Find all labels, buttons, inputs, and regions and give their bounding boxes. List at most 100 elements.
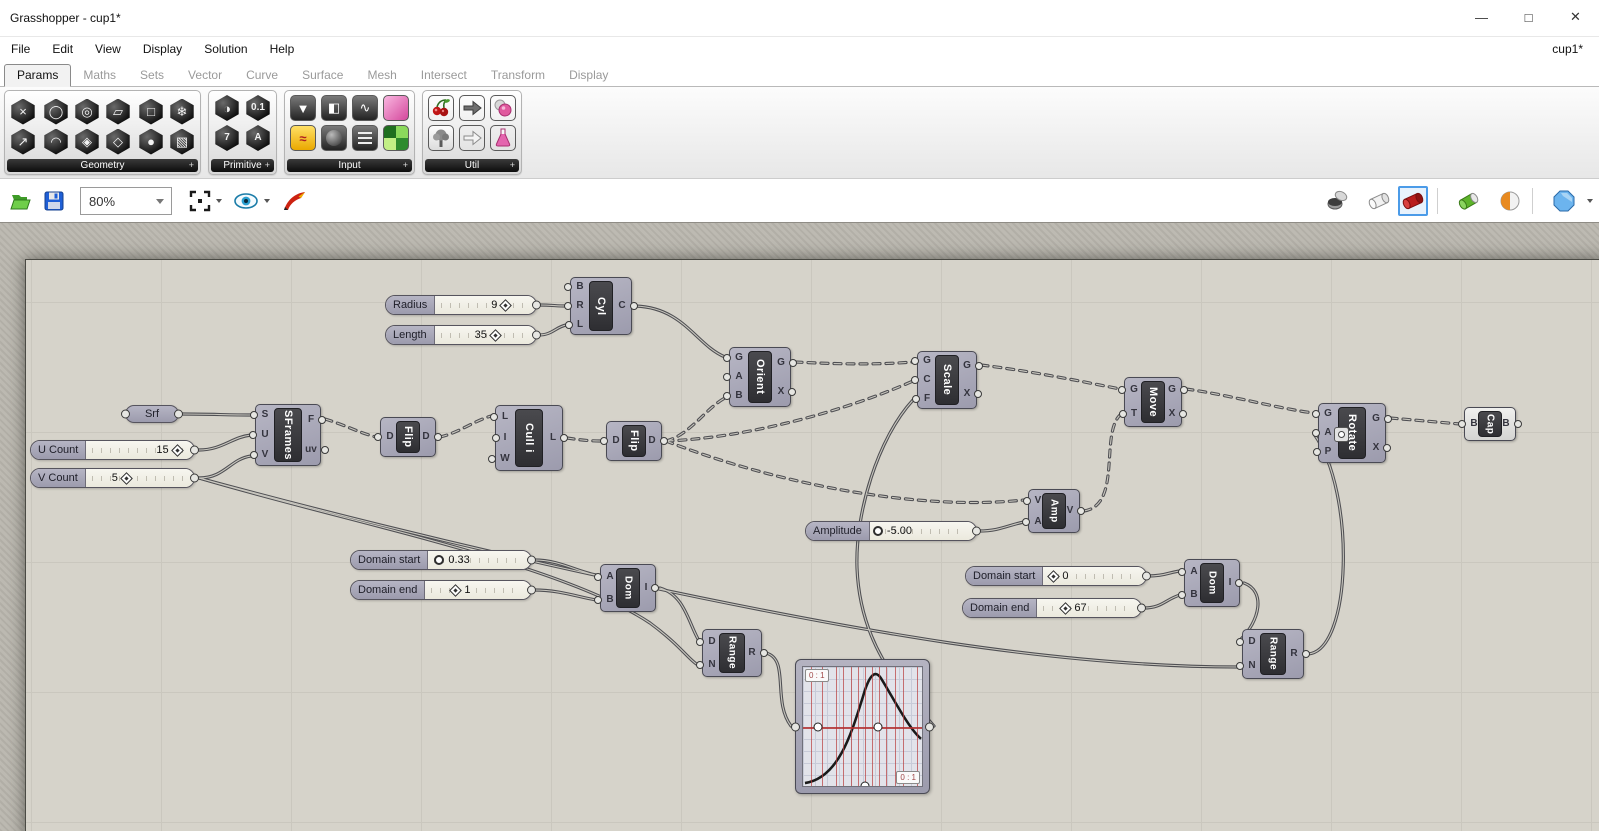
chevron-down-icon[interactable] [264,199,270,203]
component-dom-1[interactable]: Dom AB I [600,564,656,612]
slider-track[interactable]: 67 [1037,599,1141,617]
slider-knob[interactable] [489,329,502,342]
output-port[interactable]: X [964,389,971,399]
menu-view[interactable]: View [84,42,132,56]
output-port[interactable]: B [1502,419,1509,429]
close-button[interactable]: ✕ [1552,0,1599,34]
panel-label-primitive[interactable]: Primitive + [211,159,274,172]
input-port[interactable]: B [735,391,742,401]
slider-track[interactable]: 0.33 [428,551,531,569]
component-range-1[interactable]: Range DN R [702,629,762,677]
output-grip[interactable] [527,556,536,565]
panel-expand-icon[interactable]: + [189,160,194,170]
slider-track[interactable]: 35 [435,326,536,344]
preview-shaded-selected[interactable] [1398,186,1428,216]
output-grip[interactable] [190,474,199,483]
tab-intersect[interactable]: Intersect [409,65,479,86]
panel-label-input[interactable]: Input + [287,159,412,172]
slider-track[interactable]: 9 [435,296,536,314]
tab-vector[interactable]: Vector [176,65,234,86]
output-grip[interactable] [972,527,981,536]
nurbs-curve-icon[interactable]: ◈ [74,129,100,155]
slider-u-count[interactable]: U Count 15 [30,440,195,460]
slider-domain-start-1[interactable]: Domain start 0.33 [350,550,532,570]
tab-display[interactable]: Display [557,65,620,86]
spiral-icon[interactable]: ◎ [74,99,100,125]
tab-surface[interactable]: Surface [290,65,355,86]
input-grip[interactable] [791,722,800,731]
geometry-null-icon[interactable]: × [10,99,36,125]
output-port[interactable]: G [1372,414,1380,424]
preview-eye-icon[interactable] [232,190,260,212]
preview-half-icon[interactable] [1497,188,1523,214]
jigsaw-icon[interactable] [490,95,516,121]
circle-icon[interactable]: ◯ [43,99,69,125]
slider-knob[interactable] [500,299,513,312]
input-port[interactable]: S [262,410,269,420]
slider-knob[interactable] [449,584,462,597]
input-port[interactable]: D [1248,637,1255,647]
tab-params[interactable]: Params [4,64,71,87]
component-flip-1[interactable]: Flip D D [380,417,436,457]
input-port[interactable]: W [500,454,509,464]
slider-track[interactable]: 0 [1043,567,1146,585]
input-port[interactable]: A [735,372,742,382]
input-port[interactable]: A [1324,428,1331,438]
menu-help[interactable]: Help [259,42,306,56]
open-file-icon[interactable] [9,189,33,213]
output-port[interactable]: G [963,361,971,371]
component-range-2[interactable]: Range DN R [1242,629,1304,679]
output-port[interactable]: C [618,301,625,311]
output-port[interactable]: R [1290,649,1297,659]
output-port[interactable]: G [777,358,785,368]
sphere-icon[interactable]: ● [138,129,164,155]
component-flip-2[interactable]: Flip D D [606,421,662,461]
input-port[interactable]: I [504,433,507,443]
slider-track[interactable]: 15 [86,441,194,459]
menu-solution[interactable]: Solution [193,42,258,56]
colour-swatch-icon[interactable] [383,125,409,151]
input-port[interactable]: F [924,394,930,404]
menu-display[interactable]: Display [132,42,193,56]
input-port[interactable]: U [261,430,268,440]
input-port[interactable]: B [1470,419,1477,429]
chevron-down-icon[interactable] [216,199,222,203]
output-grip[interactable] [925,722,934,731]
text-icon[interactable]: A [245,125,271,151]
output-port[interactable]: D [648,436,655,446]
input-port[interactable]: N [1248,661,1255,671]
component-cull-index[interactable]: Cull i LIW L [495,405,563,471]
output-grip[interactable] [190,446,199,455]
input-port[interactable]: G [923,356,931,366]
component-amplitude[interactable]: Amp VA V [1028,489,1080,533]
number-icon[interactable]: 0.1 [245,95,271,121]
output-port[interactable]: L [550,433,556,443]
output-grip[interactable] [174,410,183,419]
graph-mapper[interactable]: 0 : 1 0 : 1 [795,659,930,794]
graph-control-handle[interactable] [814,722,823,731]
brep-icon[interactable]: ▧ [169,129,195,155]
local-arrow-icon[interactable] [459,125,485,151]
input-port[interactable]: B [606,595,613,605]
component-cylinder[interactable]: Cyl BRL C [570,277,632,335]
component-dom-2[interactable]: Dom AB I [1184,559,1240,607]
output-grip[interactable] [532,301,541,310]
mesh-icon[interactable]: ❄ [169,99,195,125]
graph-control-handle[interactable] [860,782,869,788]
output-port[interactable]: I [645,583,648,593]
input-port[interactable]: C [923,375,930,385]
slider-knob[interactable] [434,555,444,565]
preview-off-icon[interactable] [1325,188,1351,214]
zoom-extents-icon[interactable] [188,189,212,213]
slider-track[interactable]: -5.00 [870,522,976,540]
panel-expand-icon[interactable]: + [510,160,515,170]
output-port[interactable]: F [308,415,314,425]
menu-edit[interactable]: Edit [41,42,84,56]
preview-wireframe-icon[interactable] [1366,188,1392,214]
component-move[interactable]: Move GT GX [1124,377,1182,427]
subd-icon[interactable]: ◇ [105,129,131,155]
sketch-pen-icon[interactable] [280,189,308,213]
minimize-button[interactable]: — [1458,0,1505,34]
maximize-button[interactable]: □ [1505,0,1552,34]
component-scale[interactable]: Scale GCF GX [917,351,977,409]
